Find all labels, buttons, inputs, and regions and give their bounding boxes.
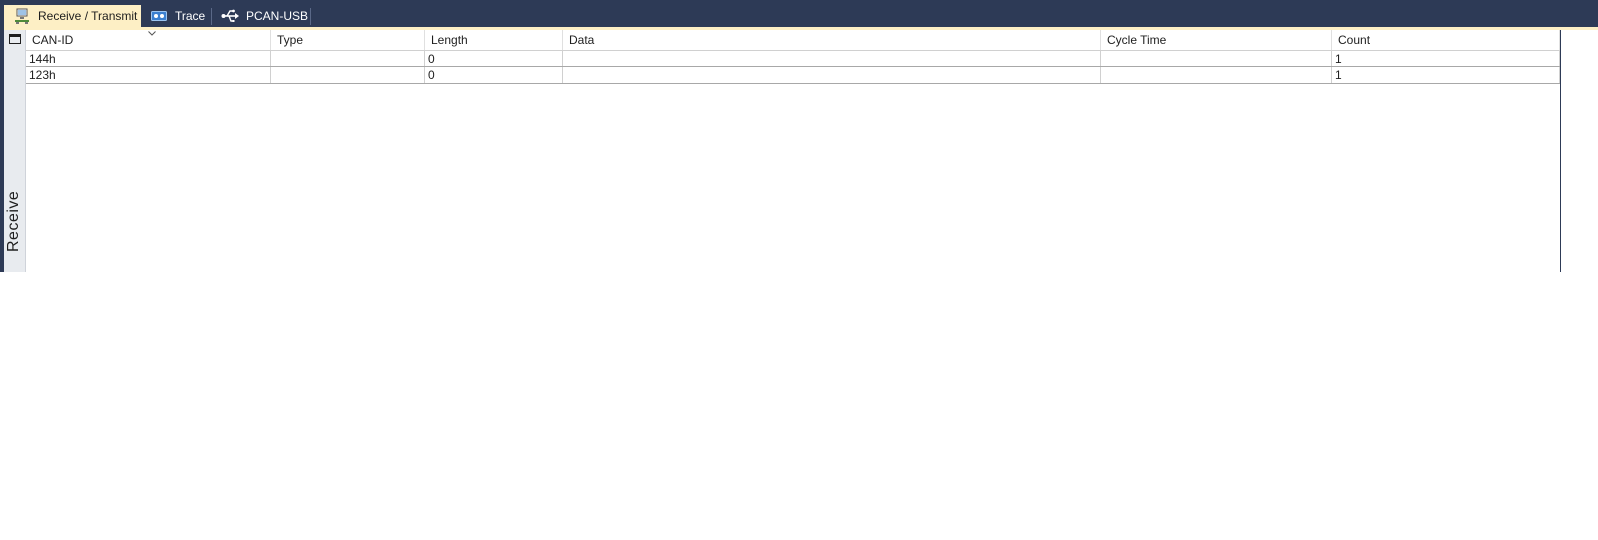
receive-message-grid: CAN-ID Type Length Data Cycle Time Count…	[26, 30, 1598, 272]
cell-can-id: 123h	[26, 67, 271, 83]
tab-label: Trace	[175, 9, 206, 23]
column-header-count[interactable]: Count	[1332, 30, 1560, 50]
trace-tape-icon	[149, 8, 169, 24]
pcan-view-window: Receive / Transmit Trace PCAN-USB Receiv…	[0, 0, 1598, 272]
cell-can-id: 144h	[26, 51, 271, 66]
cell-data	[563, 67, 1101, 83]
cell-type	[271, 51, 425, 66]
receive-vertical-label: Receive	[5, 190, 22, 252]
cell-data	[563, 51, 1101, 66]
tab-separator	[310, 8, 311, 25]
cell-type	[271, 67, 425, 83]
cell-length: 0	[425, 67, 563, 83]
panel-right-border	[1560, 30, 1561, 272]
cell-count: 1	[1332, 67, 1560, 83]
column-header-length[interactable]: Length	[425, 30, 563, 50]
tab-pcan-usb[interactable]: PCAN-USB	[212, 5, 310, 27]
cell-length: 0	[425, 51, 563, 66]
column-header-can-id[interactable]: CAN-ID	[26, 30, 271, 50]
table-row[interactable]: 123h 0 1	[26, 67, 1560, 84]
table-row[interactable]: 144h 0 1	[26, 50, 1560, 67]
column-header-cycle-time[interactable]: Cycle Time	[1101, 30, 1332, 50]
sort-descending-icon	[148, 31, 156, 36]
usb-icon	[220, 8, 240, 24]
receive-panel: Receive CAN-ID Type Length Data Cycle Ti…	[4, 27, 1598, 272]
column-header-data[interactable]: Data	[563, 30, 1101, 50]
window-icon[interactable]	[9, 34, 21, 44]
receive-side-strip[interactable]: Receive	[4, 30, 26, 272]
column-header-type[interactable]: Type	[271, 30, 425, 50]
tab-label: Receive / Transmit	[38, 9, 138, 23]
tab-trace[interactable]: Trace	[141, 5, 211, 27]
tab-receive-transmit[interactable]: Receive / Transmit	[4, 5, 141, 27]
cell-count: 1	[1332, 51, 1560, 66]
cell-cycle-time	[1101, 51, 1332, 66]
grid-header: CAN-ID Type Length Data Cycle Time Count	[26, 30, 1560, 50]
cell-cycle-time	[1101, 67, 1332, 83]
document-tab-bar: Receive / Transmit Trace PCAN-USB	[0, 0, 1598, 27]
tab-label: PCAN-USB	[246, 9, 309, 23]
network-computer-icon	[12, 8, 32, 24]
